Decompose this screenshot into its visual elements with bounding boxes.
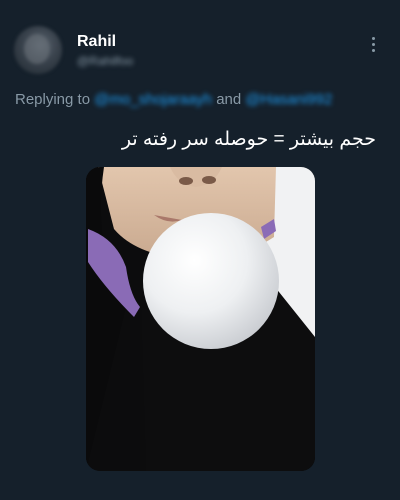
gum-bubble [143, 213, 279, 349]
tweet-text: حجم بیشتر = حوصله سر رفته تر [121, 129, 376, 150]
mention-link-2[interactable]: @Hasani992 [245, 91, 332, 108]
nostril-right [202, 176, 216, 184]
more-dot [371, 36, 375, 40]
replying-to-conjunction: and [216, 91, 242, 108]
avatar[interactable] [14, 26, 62, 74]
tweet-media-photo[interactable] [86, 167, 315, 471]
more-dot [371, 48, 375, 52]
replying-to-label: Replying to [15, 91, 91, 108]
photo-illustration [86, 167, 315, 471]
user-handle[interactable]: @Rahilfoo [77, 54, 133, 68]
tweet[interactable]: Rahil @Rahilfoo Replying to @mo_shojaraa… [0, 0, 400, 500]
nostril-left [179, 177, 193, 185]
more-dot [371, 42, 375, 46]
more-vertical-icon[interactable] [362, 33, 384, 55]
display-name[interactable]: Rahil [77, 33, 116, 51]
replying-to-line: Replying to @mo_shojaraayh and @Hasani99… [15, 91, 332, 108]
mention-link-1[interactable]: @mo_shojaraayh [94, 91, 212, 108]
